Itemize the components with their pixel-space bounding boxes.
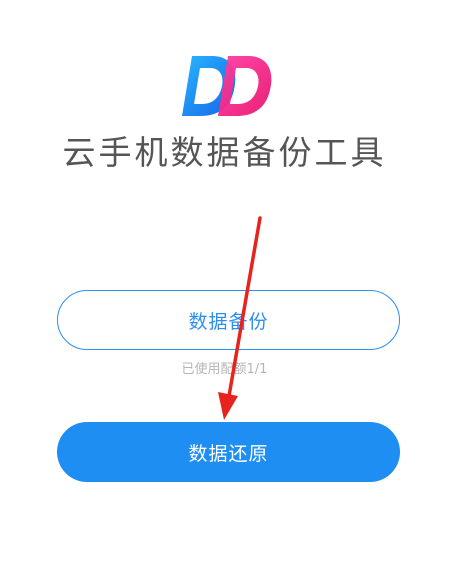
restore-button-label: 数据还原: [188, 442, 269, 465]
backup-button[interactable]: 数据备份: [57, 290, 400, 350]
app-title: 云手机数据备份工具: [62, 133, 387, 172]
restore-button[interactable]: 数据还原: [57, 422, 400, 482]
backup-button-label: 数据备份: [188, 310, 269, 333]
screen: 云手机数据备份工具 数据备份 已使用配额1/1 数据还原: [0, 0, 449, 578]
quota-text: 已使用配额1/1: [181, 362, 268, 377]
dd-logo-icon: [182, 56, 272, 116]
